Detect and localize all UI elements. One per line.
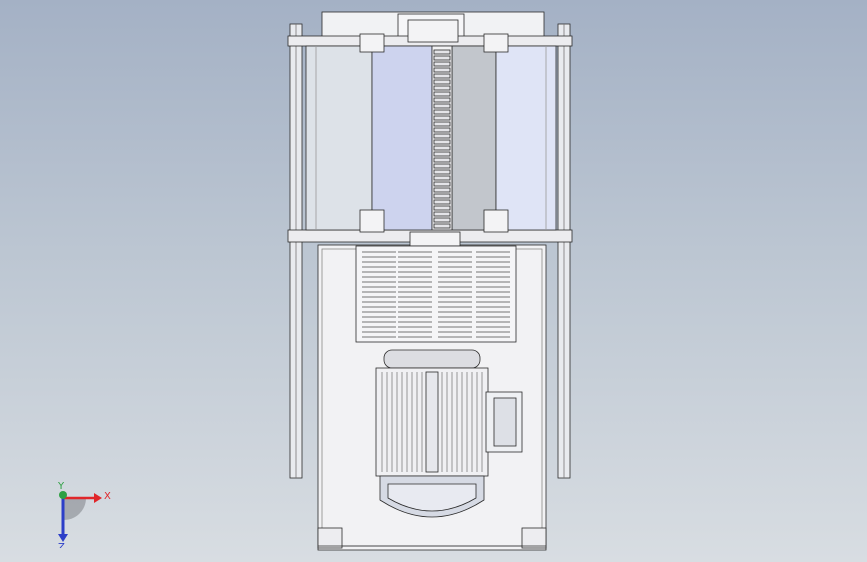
chain-link (433, 199, 451, 205)
chain-link (433, 115, 451, 121)
chain-link (433, 145, 451, 151)
model-viewport[interactable] (0, 0, 867, 562)
chain-link (433, 73, 451, 79)
view-orientation-triad: X Y Z (57, 482, 111, 548)
chain-column (431, 45, 453, 231)
ventilation-grille (355, 245, 517, 343)
chain-link (433, 67, 451, 73)
chain-link (433, 121, 451, 127)
chain-link (433, 55, 451, 61)
chain-link (433, 151, 451, 157)
chain-link (433, 85, 451, 91)
chain-link (433, 127, 451, 133)
chain-link (433, 49, 451, 55)
chain-link (433, 181, 451, 187)
z-axis-label: Z (58, 542, 65, 548)
chain-link (433, 79, 451, 85)
chain-link (433, 217, 451, 223)
chain-link (433, 205, 451, 211)
side-panels (305, 45, 557, 231)
chain-link (433, 157, 451, 163)
y-axis-label: Y (57, 482, 65, 492)
chain-link (433, 97, 451, 103)
chain-link (433, 169, 451, 175)
chain-link (433, 133, 451, 139)
chain-link (433, 211, 451, 217)
motor-cooling-assembly-model[interactable] (287, 11, 573, 551)
chain-link (433, 139, 451, 145)
chain-link (433, 163, 451, 169)
chain-link (433, 187, 451, 193)
chain-link (433, 103, 451, 109)
chain-link (433, 223, 451, 229)
chain-link (433, 61, 451, 67)
chain-link (433, 193, 451, 199)
chain-link (433, 109, 451, 115)
coordinate-axes-icon (58, 491, 102, 542)
chain-link (433, 91, 451, 97)
x-axis-label: X (104, 491, 111, 502)
chain-link (433, 175, 451, 181)
